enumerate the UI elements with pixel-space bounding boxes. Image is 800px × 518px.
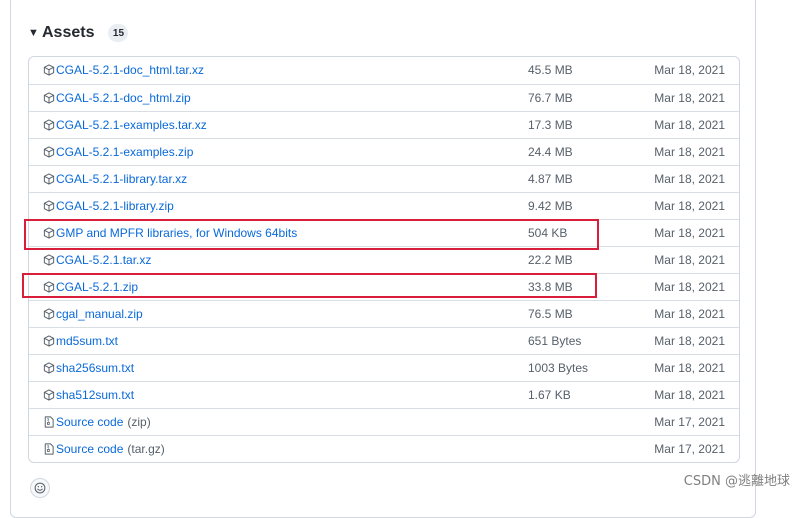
asset-size: 33.8 MB (528, 280, 573, 294)
asset-download-link[interactable]: sha512sum.txt (43, 382, 134, 408)
asset-format: (zip) (127, 415, 151, 429)
asset-row: CGAL-5.2.1-examples.tar.xz 17.3 MB Mar 18,… (29, 111, 739, 138)
file-zip-icon (43, 416, 55, 428)
asset-download-link[interactable]: md5sum.txt (43, 328, 118, 354)
asset-format: (tar.gz) (127, 442, 165, 456)
asset-row: CGAL-5.2.1-library.tar.xz 4.87 MB Mar 18, … (29, 165, 739, 192)
asset-row: sha256sum.txt 1003 Bytes Mar 18, 2021 (29, 354, 739, 381)
asset-name: Source code (56, 442, 124, 456)
asset-download-link[interactable]: CGAL-5.2.1.tar.xz (43, 247, 151, 273)
asset-date: Mar 18, 2021 (654, 280, 725, 294)
package-icon (43, 64, 55, 76)
asset-date: Mar 18, 2021 (654, 91, 725, 105)
asset-size: 76.7 MB (528, 91, 573, 105)
asset-date: Mar 18, 2021 (654, 388, 725, 402)
asset-row: Source code (tar.gz) Mar 17, 2021 (29, 435, 739, 462)
file-zip-icon (43, 443, 55, 455)
asset-size: 1003 Bytes (528, 361, 589, 375)
asset-row: CGAL-5.2.1-examples.zip 24.4 MB Mar 18, 20… (29, 138, 739, 165)
asset-download-link[interactable]: CGAL-5.2.1-examples.zip (43, 139, 193, 165)
asset-name: CGAL-5.2.1-examples.zip (56, 145, 194, 159)
asset-row: CGAL-5.2.1-doc_html.tar.xz 45.5 MB Mar 18,… (29, 57, 739, 84)
asset-name: CGAL-5.2.1-library.zip (56, 199, 174, 213)
asset-size: 17.3 MB (528, 118, 573, 132)
asset-name: CGAL-5.2.1-doc_html.tar.xz (56, 63, 205, 77)
asset-date: Mar 18, 2021 (654, 172, 725, 186)
package-icon (43, 227, 55, 239)
asset-row: CGAL-5.2.1.zip 33.8 MB Mar 18, 2021 (29, 273, 739, 300)
asset-download-link[interactable]: GMP and MPFR libraries, for Windows 64bi… (43, 220, 297, 246)
asset-name: CGAL-5.2.1-doc_html.zip (56, 91, 191, 105)
asset-name: CGAL-5.2.1-examples.tar.xz (56, 118, 207, 132)
asset-name: CGAL-5.2.1.tar.xz (56, 253, 152, 267)
package-icon (43, 92, 55, 104)
asset-date: Mar 18, 2021 (654, 361, 725, 375)
asset-row: CGAL-5.2.1-doc_html.zip 76.7 MB Mar 18, 20… (29, 84, 739, 111)
asset-name: GMP and MPFR libraries, for Windows 64bi… (56, 226, 298, 240)
package-icon (43, 254, 55, 266)
asset-download-link[interactable]: CGAL-5.2.1-examples.tar.xz (43, 112, 207, 138)
asset-row: CGAL-5.2.1-library.zip 9.42 MB Mar 18, 202… (29, 192, 739, 219)
add-reaction-button[interactable] (30, 478, 50, 498)
asset-size: 1.67 KB (528, 388, 571, 402)
package-icon (43, 119, 55, 131)
asset-size: 9.42 MB (528, 199, 573, 213)
asset-row: CGAL-5.2.1.tar.xz 22.2 MB Mar 18, 2021 (29, 246, 739, 273)
asset-name: sha512sum.txt (56, 388, 135, 402)
asset-name: sha256sum.txt (56, 361, 135, 375)
asset-row: Source code (zip) Mar 17, 2021 (29, 408, 739, 435)
asset-row: md5sum.txt 651 Bytes Mar 18, 2021 (29, 327, 739, 354)
asset-date: Mar 17, 2021 (654, 442, 725, 456)
asset-size: 22.2 MB (528, 253, 573, 267)
asset-date: Mar 18, 2021 (654, 226, 725, 240)
package-icon (43, 362, 55, 374)
watermark: CSDN @逃離地球 (683, 474, 790, 489)
caret-down-icon: ▼ (28, 27, 39, 39)
asset-size: 76.5 MB (528, 307, 573, 321)
asset-download-link[interactable]: CGAL-5.2.1-doc_html.tar.xz (43, 57, 204, 83)
asset-date: Mar 18, 2021 (654, 253, 725, 267)
asset-download-link[interactable]: CGAL-5.2.1-library.zip (43, 193, 174, 219)
asset-name: CGAL-5.2.1-library.tar.xz (56, 172, 188, 186)
asset-size: 45.5 MB (528, 63, 573, 77)
asset-row: sha512sum.txt 1.67 KB Mar 18, 2021 (29, 381, 739, 408)
assets-toggle[interactable]: ▼ Assets 15 (28, 22, 129, 44)
package-icon (43, 200, 55, 212)
asset-date: Mar 18, 2021 (654, 199, 725, 213)
asset-date: Mar 18, 2021 (654, 118, 725, 132)
asset-name: CGAL-5.2.1.zip (56, 280, 139, 294)
package-icon (43, 335, 55, 347)
asset-download-link[interactable]: cgal_manual.zip (43, 301, 143, 327)
asset-download-link[interactable]: CGAL-5.2.1-doc_html.zip (43, 85, 191, 111)
package-icon (43, 173, 55, 185)
asset-size: 651 Bytes (528, 334, 582, 348)
asset-download-link[interactable]: Source code (tar.gz) (43, 436, 165, 462)
asset-date: Mar 18, 2021 (654, 334, 725, 348)
asset-size: 24.4 MB (528, 145, 573, 159)
asset-name: md5sum.txt (56, 334, 119, 348)
asset-date: Mar 18, 2021 (654, 307, 725, 321)
asset-row: GMP and MPFR libraries, for Windows 64bi… (29, 219, 739, 246)
asset-row: cgal_manual.zip 76.5 MB Mar 18, 2021 (29, 300, 739, 327)
asset-name: Source code (56, 415, 124, 429)
package-icon (43, 281, 55, 293)
asset-name: cgal_manual.zip (56, 307, 143, 321)
asset-size: 4.87 MB (528, 172, 573, 186)
asset-download-link[interactable]: sha256sum.txt (43, 355, 134, 381)
assets-list: CGAL-5.2.1-doc_html.tar.xz 45.5 MB Mar 18,… (28, 56, 740, 463)
smiley-icon (34, 482, 46, 494)
package-icon (43, 146, 55, 158)
asset-date: Mar 18, 2021 (654, 63, 725, 77)
assets-title: Assets (42, 24, 95, 41)
asset-download-link[interactable]: Source code (zip) (43, 409, 151, 435)
asset-download-link[interactable]: CGAL-5.2.1.zip (43, 274, 138, 300)
package-icon (43, 308, 55, 320)
asset-date: Mar 17, 2021 (654, 415, 725, 429)
asset-size: 504 KB (528, 226, 568, 240)
package-icon (43, 389, 55, 401)
assets-count-badge: 15 (108, 24, 129, 42)
asset-date: Mar 18, 2021 (654, 145, 725, 159)
asset-download-link[interactable]: CGAL-5.2.1-library.tar.xz (43, 166, 187, 192)
